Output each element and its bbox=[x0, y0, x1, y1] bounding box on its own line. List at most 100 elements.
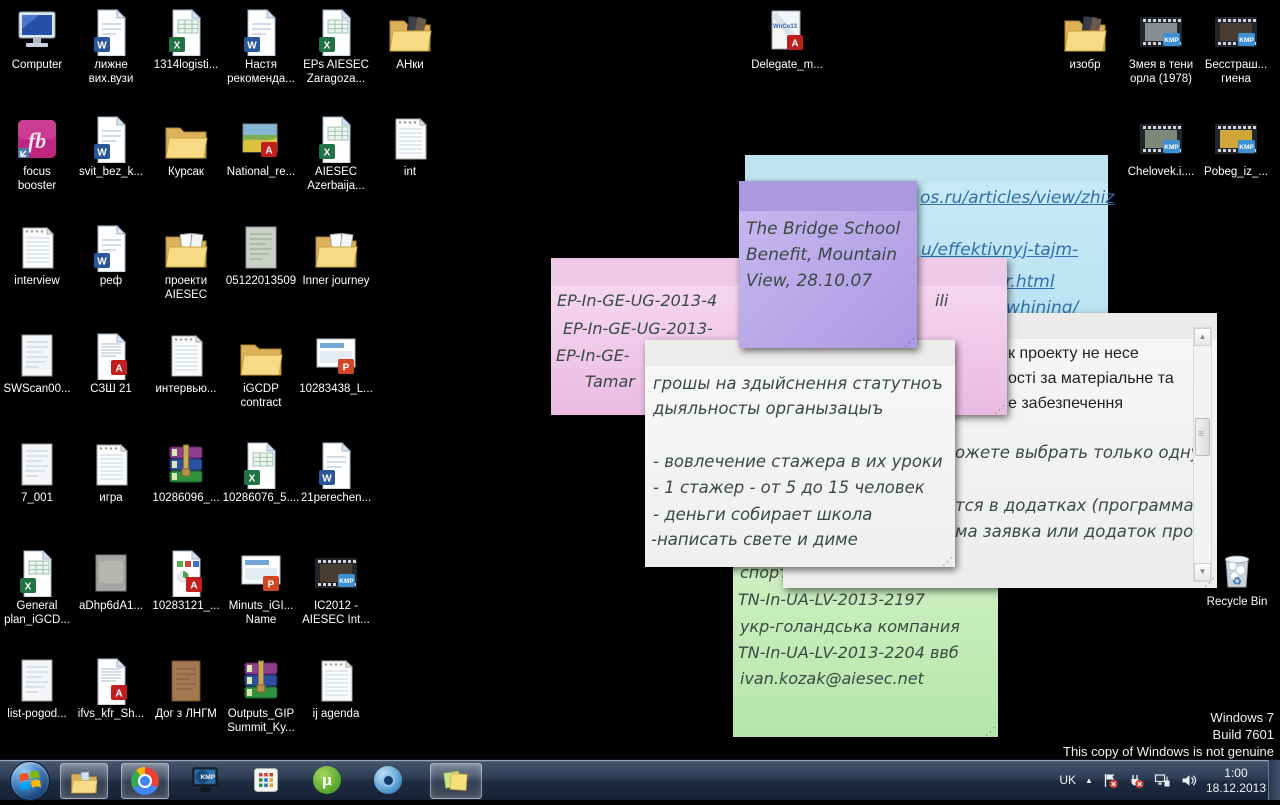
office-grid-app-button[interactable] bbox=[243, 763, 289, 797]
desktop-icon-ic2012-aiesec-int[interactable]: KMP IC2012 -AIESEC Int... bbox=[291, 549, 381, 627]
scroll-thumb[interactable] bbox=[1195, 418, 1210, 456]
resize-grip[interactable]: ⋰ bbox=[985, 727, 996, 737]
recycle-icon: ♻ bbox=[1213, 545, 1261, 593]
desktop-icon-int[interactable]: int bbox=[365, 115, 455, 179]
folder-docs-icon bbox=[162, 224, 210, 272]
video-icon: KMP bbox=[312, 549, 360, 597]
icon-label: Recycle Bin bbox=[1192, 595, 1280, 609]
resize-grip[interactable]: ⋰ bbox=[994, 405, 1005, 415]
note-link[interactable]: u/effektivnyj-tajm- bbox=[921, 240, 1078, 260]
taskbar-clock[interactable]: 1:00 18.12.2013 bbox=[1206, 764, 1266, 796]
note-text: е забезпечення bbox=[1008, 395, 1123, 413]
note-text: укр-голандська компания bbox=[740, 617, 960, 636]
resize-grip[interactable]: ⋰ bbox=[904, 338, 915, 348]
language-indicator[interactable]: UK bbox=[1059, 773, 1076, 787]
word-icon: W bbox=[87, 224, 135, 272]
note-link[interactable]: r.html bbox=[1005, 272, 1055, 292]
note-text: EP-In-GE-UG-2013- bbox=[563, 319, 713, 338]
power-plug-error-icon[interactable] bbox=[1128, 772, 1145, 789]
windows-explorer-button[interactable] bbox=[60, 763, 108, 799]
image-pdf-icon: WnCo13A bbox=[763, 8, 811, 56]
svg-text:KMP: KMP bbox=[339, 578, 354, 585]
image-icon bbox=[13, 332, 61, 380]
note-text: - 1 стажер - от 5 до 15 человек bbox=[653, 478, 925, 497]
note-text: - деньги собирает школа bbox=[653, 505, 872, 524]
sticky-note-purple[interactable]: The Bridge School Benefit, Mountain View… bbox=[739, 181, 917, 348]
svg-text:♻: ♻ bbox=[1232, 576, 1242, 588]
desktop-icon-10283438-l[interactable]: P10283438_L... bbox=[291, 332, 381, 396]
notepad-icon bbox=[87, 441, 135, 489]
webcam-app-button[interactable] bbox=[365, 763, 411, 797]
sticky-notes-button[interactable] bbox=[430, 763, 482, 799]
note-text: ivan.kozak@aiesec.net bbox=[740, 669, 924, 688]
pdf-doc-icon: A bbox=[87, 332, 135, 380]
note-text: ili bbox=[935, 291, 948, 310]
image-icon bbox=[162, 657, 210, 705]
scroll-up-button[interactable]: ▲ bbox=[1194, 328, 1211, 346]
folder-photo-icon bbox=[1061, 8, 1109, 56]
svg-text:KMP: KMP bbox=[201, 774, 216, 781]
note-text: - вовлечение стажера в их уроки bbox=[653, 452, 943, 471]
kmplayer-button[interactable]: KMP bbox=[182, 763, 228, 797]
desktop: ComputerWлижневих.вузиX1314logisti...WНа… bbox=[0, 0, 1280, 800]
svg-text:A: A bbox=[190, 581, 197, 592]
note-drag-bar[interactable] bbox=[739, 181, 917, 211]
ppt-icon: P bbox=[237, 549, 285, 597]
excel-icon: X bbox=[13, 549, 61, 597]
svg-text:KMP: KMP bbox=[1164, 37, 1179, 44]
word-icon: W bbox=[237, 8, 285, 56]
volume-icon[interactable] bbox=[1180, 772, 1197, 789]
icon-label: Inner journey bbox=[291, 274, 381, 288]
desktop-icon-ij-agenda[interactable]: ij agenda bbox=[291, 657, 381, 721]
resize-grip[interactable]: ⋰ bbox=[942, 557, 953, 567]
note-scrollbar[interactable]: ▲ ▼ bbox=[1193, 327, 1212, 582]
note-drag-bar[interactable] bbox=[745, 155, 1108, 183]
svg-text:W: W bbox=[322, 474, 332, 485]
note-text: Benefit, Mountain bbox=[746, 245, 897, 265]
icon-label: ij agenda bbox=[291, 707, 381, 721]
taskbar: KMP µ UK ▲ 1:00 18.12.2013 bbox=[0, 759, 1280, 800]
note-text: EP-In-GE-UG-2013-4 bbox=[557, 291, 717, 310]
start-button[interactable] bbox=[10, 761, 50, 801]
utorrent-button[interactable]: µ bbox=[304, 763, 350, 797]
video-icon: KMP bbox=[1137, 115, 1185, 163]
note-text: ожете выбрать только одну bbox=[955, 443, 1201, 462]
note-text: The Bridge School bbox=[746, 219, 900, 239]
icon-label: IC2012 -AIESEC Int... bbox=[291, 599, 381, 627]
chrome-button[interactable] bbox=[121, 763, 169, 799]
show-desktop-button[interactable] bbox=[1268, 760, 1280, 800]
video-icon: KMP bbox=[1212, 8, 1260, 56]
windows-genuine-watermark: Windows 7 Build 7601 This copy of Window… bbox=[1063, 709, 1274, 760]
action-center-flag-icon[interactable] bbox=[1102, 772, 1119, 789]
folder-photo-icon bbox=[386, 8, 434, 56]
svg-text:W: W bbox=[97, 148, 107, 159]
icon-label: Delegate_m... bbox=[742, 58, 832, 72]
notepad-icon bbox=[13, 224, 61, 272]
folder-icon bbox=[237, 332, 285, 380]
sticky-note-white-center[interactable]: грошы на здыйснення статутноъ дыяльносты… bbox=[645, 340, 955, 567]
icon-label: Pobeg_iz_... bbox=[1191, 165, 1280, 179]
notepad-icon bbox=[162, 332, 210, 380]
desktop-icon-pobeg-iz[interactable]: KMPPobeg_iz_... bbox=[1191, 115, 1280, 179]
word-icon: W bbox=[312, 441, 360, 489]
pdf-doc-icon: A bbox=[87, 657, 135, 705]
word-icon: W bbox=[87, 8, 135, 56]
pdf-doc-icon: A bbox=[162, 549, 210, 597]
note-text: к проекту не несе bbox=[1008, 345, 1139, 363]
hidden-icons-arrow[interactable]: ▲ bbox=[1085, 776, 1093, 785]
svg-text:WnCo13: WnCo13 bbox=[773, 24, 798, 30]
desktop-icon-anki[interactable]: АНки bbox=[365, 8, 455, 72]
network-icon[interactable] bbox=[1154, 772, 1171, 789]
svg-text:KMP: KMP bbox=[1164, 144, 1179, 151]
svg-text:X: X bbox=[25, 582, 32, 593]
svg-text:P: P bbox=[268, 580, 275, 591]
svg-text:A: A bbox=[115, 689, 122, 700]
desktop-icon-21perechen[interactable]: W 21perechen... bbox=[291, 441, 381, 505]
resize-grip[interactable]: ⋰ bbox=[1204, 578, 1215, 588]
desktop-icon-inner-journey[interactable]: Inner journey bbox=[291, 224, 381, 288]
desktop-icon-delegate-m[interactable]: WnCo13A Delegate_m... bbox=[742, 8, 832, 72]
note-link[interactable]: os.ru/articles/view/zhiz bbox=[920, 188, 1114, 208]
desktop-icon-besstrash-giena[interactable]: KMPБесстраш...гиена bbox=[1191, 8, 1280, 86]
icon-label: 21perechen... bbox=[291, 491, 381, 505]
svg-text:X: X bbox=[174, 41, 181, 52]
